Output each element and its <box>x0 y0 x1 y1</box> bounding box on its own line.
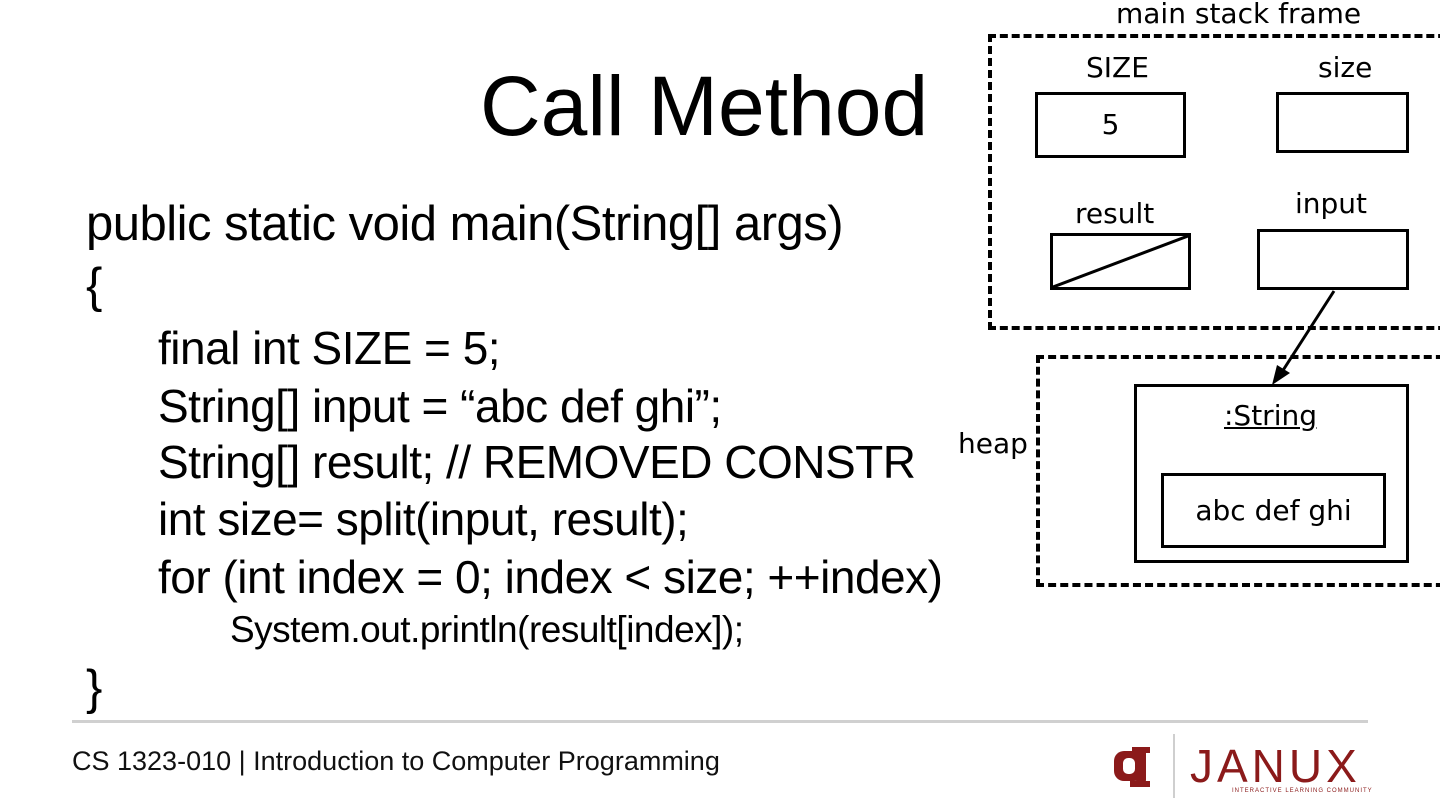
heap-label: heap <box>958 427 1028 460</box>
input-box <box>1257 229 1409 290</box>
code-line-close-brace: } <box>86 661 102 715</box>
reference-arrow <box>1272 290 1336 385</box>
course-footer: CS 1323-010 | Introduction to Computer P… <box>72 746 720 776</box>
input-label: input <box>1295 187 1368 220</box>
string-value-box: abc def ghi <box>1161 473 1386 548</box>
code-line-result: String[] result; // REMOVED CONSTR <box>158 436 916 488</box>
null-slash-icon <box>1053 236 1188 287</box>
slide-title: Call Method <box>480 59 929 153</box>
code-line-split-call: int size= split(input, result); <box>158 493 689 545</box>
code-line-println: System.out.println(result[index]); <box>230 609 744 650</box>
code-line-signature: public static void main(String[] args) <box>86 197 844 251</box>
size-box <box>1276 92 1409 153</box>
janux-tagline: INTERACTIVE LEARNING COMMUNITY <box>1232 788 1373 794</box>
size-label: size <box>1318 51 1373 84</box>
code-line-open-brace: { <box>86 259 102 313</box>
ou-logo-icon <box>1114 747 1150 787</box>
code-line-size-const: final int SIZE = 5; <box>158 322 501 374</box>
size-const-label: SIZE <box>1086 51 1149 84</box>
string-value: abc def ghi <box>1195 493 1352 527</box>
janux-wordmark: JANUX <box>1190 740 1361 792</box>
result-label: result <box>1075 197 1155 230</box>
stack-frame-label: main stack frame <box>1116 0 1362 30</box>
size-const-box: 5 <box>1035 92 1186 158</box>
logo-divider <box>1173 734 1175 798</box>
code-line-input: String[] input = “abc def ghi”; <box>158 380 722 432</box>
result-box-null <box>1050 233 1191 290</box>
code-line-for-loop: for (int index = 0; index < size; ++inde… <box>158 551 943 603</box>
string-object-type: :String <box>1224 399 1317 432</box>
size-const-value: 5 <box>1101 108 1120 141</box>
footer-rule <box>72 720 1368 723</box>
